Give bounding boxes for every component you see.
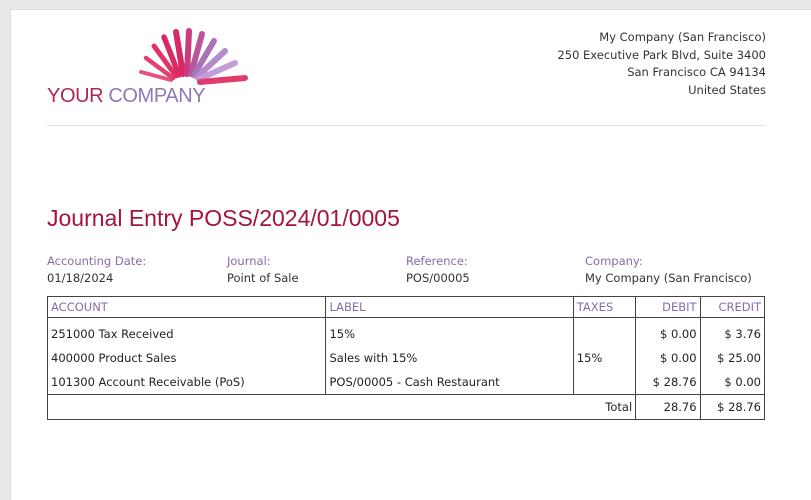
table-row: 101300 Account Receivable (PoS) POS/0000… <box>46 370 766 395</box>
logo-word-company: COMPANY <box>108 85 206 107</box>
table-header-row: ACCOUNT LABEL TAXES DEBIT CREDIT <box>46 296 766 318</box>
info-reference: Reference: POS/00005 <box>406 253 470 287</box>
column-header-label: LABEL <box>325 296 574 318</box>
info-value: 01/18/2024 <box>47 271 114 285</box>
cell-label: 15% <box>325 317 574 346</box>
logo-wordmark: YOUR COMPANY <box>47 85 206 108</box>
cell-taxes <box>572 317 637 346</box>
journal-lines-table: ACCOUNT LABEL TAXES DEBIT CREDIT 251000 … <box>46 296 766 420</box>
column-header-account: ACCOUNT <box>46 296 327 318</box>
info-journal: Journal: Point of Sale <box>227 253 299 287</box>
table-total-row: Total 28.76 $ 28.76 <box>46 394 766 420</box>
document-page: YOUR COMPANY My Company (San Francisco) … <box>10 9 811 500</box>
cell-label: Sales with 15% <box>325 346 574 370</box>
cell-credit: $ 3.76 <box>699 317 766 346</box>
table-row: 251000 Tax Received 15% $ 0.00 $ 3.76 <box>46 317 766 346</box>
cell-label: POS/00005 - Cash Restaurant <box>325 370 574 395</box>
total-label: Total <box>573 394 636 420</box>
company-logo: YOUR COMPANY <box>47 28 267 108</box>
info-accounting-date: Accounting Date: 01/18/2024 <box>47 253 146 287</box>
cell-account: 251000 Tax Received <box>46 317 327 346</box>
logo-word-your: YOUR <box>47 85 104 107</box>
cell-taxes <box>572 370 637 395</box>
header-divider <box>47 125 766 126</box>
info-label: Reference: <box>406 254 468 268</box>
info-value: My Company (San Francisco) <box>585 271 752 285</box>
cell-credit: $ 0.00 <box>699 370 766 395</box>
cell-taxes: 15% <box>572 346 637 370</box>
total-spacer <box>46 394 326 420</box>
cell-debit: $ 0.00 <box>635 346 701 370</box>
address-line: 250 Executive Park Blvd, Suite 3400 <box>557 47 766 62</box>
info-label: Journal: <box>227 254 271 268</box>
column-header-taxes: TAXES <box>572 296 637 318</box>
column-header-debit: DEBIT <box>635 296 701 318</box>
page-title: Journal Entry POSS/2024/01/0005 <box>47 205 400 231</box>
column-header-credit: CREDIT <box>699 296 766 318</box>
address-line: My Company (San Francisco) <box>599 30 766 44</box>
cell-account: 400000 Product Sales <box>46 346 327 370</box>
address-line: United States <box>688 82 766 97</box>
info-value: POS/00005 <box>406 271 470 285</box>
company-address: My Company (San Francisco) 250 Executive… <box>557 29 766 99</box>
cell-debit: $ 0.00 <box>635 317 701 346</box>
total-debit: 28.76 <box>635 394 701 420</box>
cell-credit: $ 25.00 <box>699 346 766 370</box>
address-line: San Francisco CA 94134 <box>627 65 766 79</box>
logo-fan-icon <box>139 28 248 85</box>
table-row: 400000 Product Sales Sales with 15% 15% … <box>46 346 766 370</box>
info-company: Company: My Company (San Francisco) <box>585 253 752 287</box>
info-label: Company: <box>585 254 643 268</box>
info-value: Point of Sale <box>227 271 299 285</box>
cell-debit: $ 28.76 <box>635 370 701 395</box>
info-label: Accounting Date: <box>47 254 147 268</box>
cell-account: 101300 Account Receivable (PoS) <box>46 370 327 395</box>
total-credit: $ 28.76 <box>699 394 766 420</box>
total-spacer <box>325 394 574 420</box>
